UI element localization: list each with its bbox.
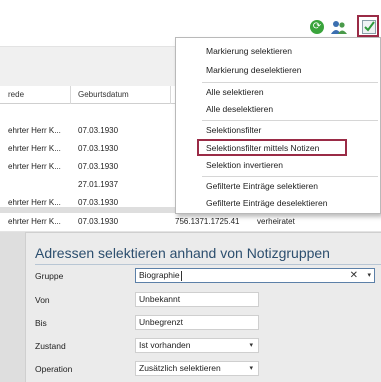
menu-separator <box>202 120 378 121</box>
group-value: Biographie <box>139 270 180 280</box>
menu-item-highlight <box>197 139 347 156</box>
cell-birthdate: 07.03.1930 <box>78 217 119 226</box>
cell-birthdate: 07.03.1930 <box>78 162 119 171</box>
chevron-down-icon[interactable]: ▾ <box>367 269 371 282</box>
menu-item-select-all[interactable]: Alle selektieren <box>206 87 264 97</box>
menu-item-deselect-filtered[interactable]: Gefilterte Einträge deselektieren <box>206 198 327 208</box>
cell-salutation: ehrter Herr K... <box>8 144 61 153</box>
cell-birthdate: 07.03.1930 <box>78 198 119 207</box>
table-row[interactable]: ehrter Herr K... 07.03.1930 756.1371.172… <box>0 213 381 232</box>
state-value: Ist vorhanden <box>139 340 191 350</box>
menu-item-deselect-all[interactable]: Alle deselektieren <box>206 104 273 114</box>
label-group: Gruppe <box>35 271 64 281</box>
menu-item-mark-select[interactable]: Markierung selektieren <box>206 46 292 56</box>
cell-birthdate: 27.01.1937 <box>78 180 119 189</box>
panel-title: Adressen selektieren anhand von Notizgru… <box>35 245 330 261</box>
to-value: Unbegrenzt <box>139 317 183 327</box>
label-operation: Operation <box>35 364 73 374</box>
label-from: Von <box>35 295 50 305</box>
operation-value: Zusätzlich selektieren <box>139 363 221 373</box>
label-state: Zustand <box>35 341 66 351</box>
text-cursor <box>180 270 182 281</box>
menu-item-invert-selection[interactable]: Selektion invertieren <box>206 160 283 170</box>
column-header-salutation[interactable]: rede <box>8 90 24 99</box>
check-box-icon <box>362 20 376 34</box>
cell-salutation: ehrter Herr K... <box>8 162 61 171</box>
column-header-birthdate[interactable]: Geburtsdatum <box>78 90 129 99</box>
users-icon[interactable] <box>330 19 348 36</box>
menu-separator <box>202 82 378 83</box>
from-value: Unbekannt <box>139 294 181 304</box>
chevron-down-icon: ▾ <box>249 365 253 372</box>
label-to: Bis <box>35 318 47 328</box>
refresh-icon[interactable]: ⟳ <box>310 20 324 34</box>
cell-salutation: ehrter Herr K... <box>8 217 61 226</box>
clear-icon[interactable]: ✕ <box>350 269 358 282</box>
cell-number: 756.1371.1725.41 <box>175 217 240 226</box>
selection-context-menu: Markierung selektieren Markierung desele… <box>175 37 381 214</box>
select-menu-button[interactable] <box>357 15 379 37</box>
menu-item-selection-filter[interactable]: Selektionsfilter <box>206 125 261 135</box>
menu-item-mark-deselect[interactable]: Markierung deselektieren <box>206 65 301 75</box>
cell-salutation: ehrter Herr K... <box>8 126 61 135</box>
divider <box>35 264 381 265</box>
cell-birthdate: 07.03.1930 <box>78 144 119 153</box>
state-select[interactable]: Ist vorhanden ▾ <box>135 338 259 353</box>
cell-status: verheiratet <box>257 217 295 226</box>
group-combobox[interactable]: Biographie ✕ ▾ <box>135 268 375 283</box>
cell-salutation: ehrter Herr K... <box>8 198 61 207</box>
from-field[interactable]: Unbekannt <box>135 292 259 307</box>
to-field[interactable]: Unbegrenzt <box>135 315 259 330</box>
menu-separator <box>202 176 378 177</box>
menu-item-select-filtered[interactable]: Gefilterte Einträge selektieren <box>206 181 318 191</box>
checkmark-icon <box>364 21 375 32</box>
cell-birthdate: 07.03.1930 <box>78 126 119 135</box>
chevron-down-icon: ▾ <box>249 342 253 349</box>
operation-select[interactable]: Zusätzlich selektieren ▾ <box>135 361 259 376</box>
